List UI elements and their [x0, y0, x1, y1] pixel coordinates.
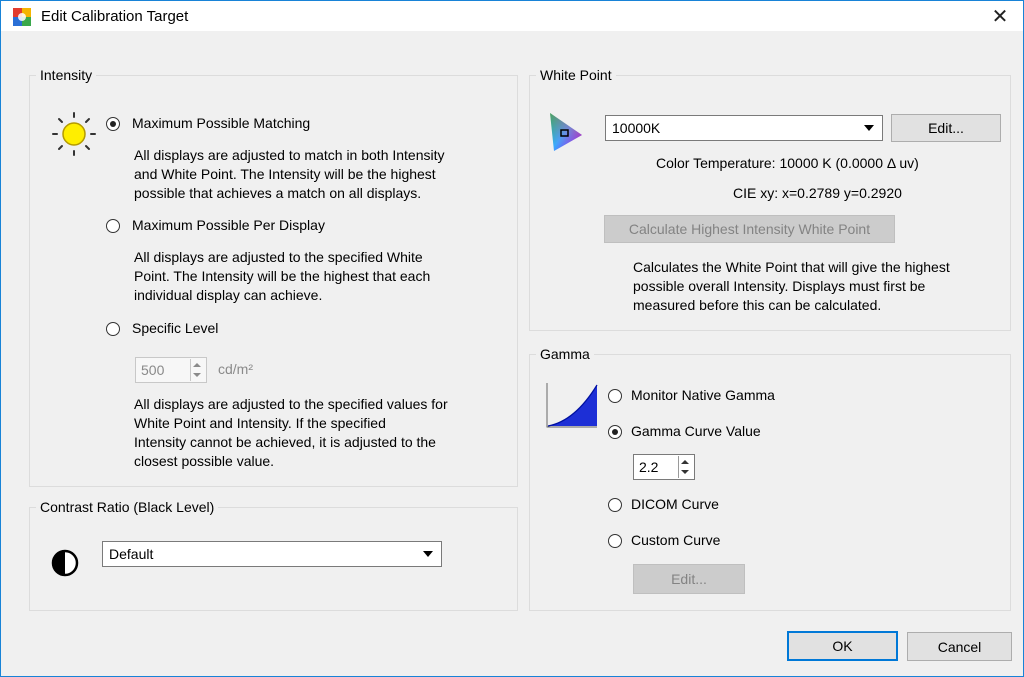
description-line: All displays are adjusted to match in bo…	[134, 147, 445, 163]
cie-xy-text: CIE xy: x=0.2789 y=0.2920	[733, 185, 902, 201]
max-per-display-radio[interactable]	[106, 219, 120, 233]
description-line: possible overall Intensity. Displays mus…	[633, 278, 926, 294]
custom-curve-edit-button[interactable]: Edit...	[633, 564, 745, 594]
ok-button[interactable]: OK	[787, 631, 898, 661]
max-per-display-description: All displays are adjusted to the specifi…	[134, 248, 430, 305]
color-temperature-text: Color Temperature: 10000 K (0.0000 Δ uv)	[656, 155, 919, 171]
dicom-curve-label[interactable]: DICOM Curve	[631, 496, 719, 512]
contrast-selected-value: Default	[109, 546, 154, 562]
contrast-legend: Contrast Ratio (Black Level)	[40, 499, 215, 515]
calibration-app-icon	[13, 8, 31, 26]
close-icon: ✕	[991, 5, 1009, 28]
intensity-legend: Intensity	[40, 67, 93, 83]
white-point-edit-button[interactable]: Edit...	[891, 114, 1001, 142]
contrast-half-circle-icon	[51, 549, 79, 577]
specific-level-label[interactable]: Specific Level	[132, 320, 218, 336]
max-matching-label[interactable]: Maximum Possible Matching	[132, 115, 310, 131]
white-point-legend: White Point	[540, 67, 612, 83]
window-title: Edit Calibration Target	[41, 8, 189, 25]
spinbox-buttons[interactable]	[190, 359, 205, 381]
gamma-value: 2.2	[639, 459, 659, 475]
max-per-display-label[interactable]: Maximum Possible Per Display	[132, 217, 325, 233]
description-line: Calculates the White Point that will giv…	[633, 259, 950, 275]
calculate-white-point-button[interactable]: Calculate Highest Intensity White Point	[604, 215, 895, 243]
max-matching-description: All displays are adjusted to match in bo…	[134, 146, 445, 203]
gamma-group: Gamma	[529, 346, 1011, 611]
description-line: and White Point. The Intensity will be t…	[134, 166, 436, 182]
gamma-curve-value-label[interactable]: Gamma Curve Value	[631, 423, 761, 439]
description-line: individual display can achieve.	[134, 287, 323, 303]
level-unit-label: cd/m²	[218, 361, 253, 377]
calculate-description: Calculates the White Point that will giv…	[633, 258, 950, 315]
gamma-legend: Gamma	[540, 346, 590, 362]
chevron-down-icon	[423, 551, 433, 557]
gamma-curve-value-radio[interactable]	[608, 425, 622, 439]
gamma-curve-icon	[546, 383, 598, 428]
description-line: Intensity cannot be achieved, it is adju…	[134, 434, 436, 450]
color-gamut-triangle-icon	[550, 113, 582, 151]
description-line: All displays are adjusted to the specifi…	[134, 249, 423, 265]
contrast-dropdown[interactable]: Default	[102, 541, 442, 567]
description-line: measured before this can be calculated.	[633, 297, 882, 313]
spin-up-icon[interactable]	[193, 363, 201, 367]
sun-icon	[52, 112, 96, 156]
specific-level-radio[interactable]	[106, 322, 120, 336]
specific-level-spinbox[interactable]: 500	[135, 357, 207, 383]
close-button[interactable]: ✕	[977, 1, 1023, 31]
dialog-window: Edit Calibration Target ✕ Intensity Maxi…	[0, 0, 1024, 677]
custom-curve-label[interactable]: Custom Curve	[631, 532, 720, 548]
description-line: closest possible value.	[134, 453, 275, 469]
description-line: Point. The Intensity will be the highest…	[134, 268, 431, 284]
spinbox-buttons[interactable]	[678, 456, 693, 478]
gamma-value-spinbox[interactable]: 2.2	[633, 454, 695, 480]
monitor-native-gamma-label[interactable]: Monitor Native Gamma	[631, 387, 775, 403]
white-point-dropdown[interactable]: 10000K	[605, 115, 883, 141]
specific-level-description: All displays are adjusted to the specifi…	[134, 395, 448, 471]
title-bar: Edit Calibration Target ✕	[1, 1, 1023, 31]
description-line: possible that achieves a match on all di…	[134, 185, 422, 201]
cancel-button[interactable]: Cancel	[907, 632, 1012, 661]
monitor-native-gamma-radio[interactable]	[608, 389, 622, 403]
custom-curve-radio[interactable]	[608, 534, 622, 548]
description-line: White Point and Intensity. If the specif…	[134, 415, 386, 431]
spin-up-icon[interactable]	[681, 460, 689, 464]
dicom-curve-radio[interactable]	[608, 498, 622, 512]
white-point-selected-value: 10000K	[612, 120, 661, 136]
description-line: All displays are adjusted to the specifi…	[134, 396, 448, 412]
spin-down-icon[interactable]	[193, 373, 201, 377]
chevron-down-icon	[864, 125, 874, 131]
specific-level-value: 500	[141, 362, 165, 378]
max-matching-radio[interactable]	[106, 117, 120, 131]
spin-down-icon[interactable]	[681, 470, 689, 474]
